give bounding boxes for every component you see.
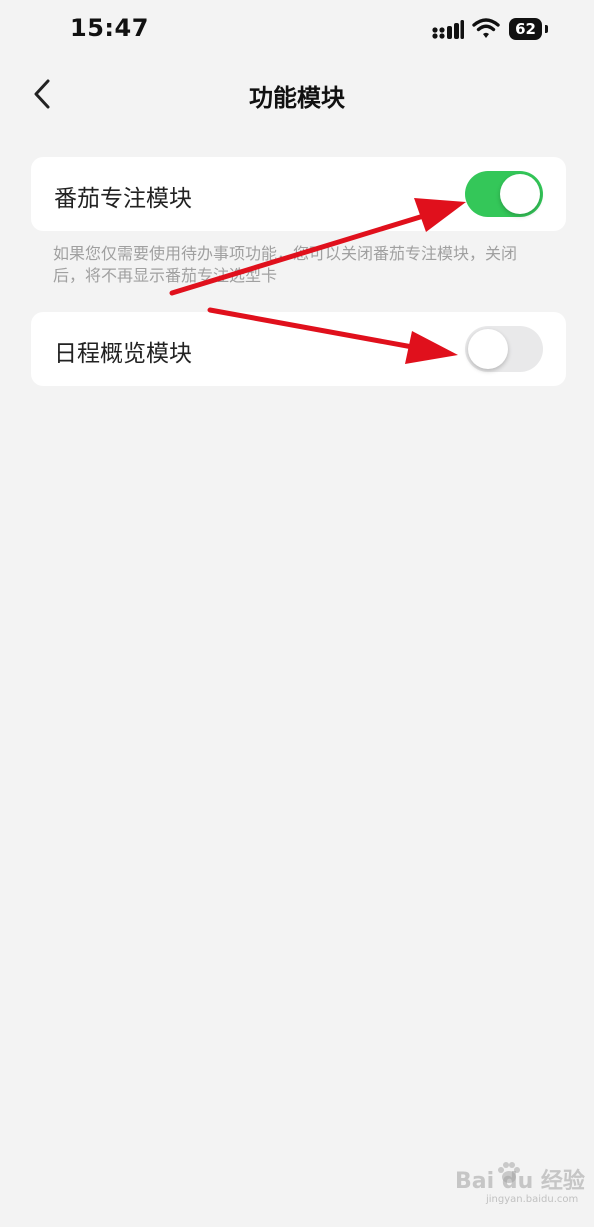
nav-bar: 功能模块 xyxy=(0,62,594,126)
module-label-schedule: 日程概览模块 xyxy=(54,341,192,367)
toggle-knob xyxy=(468,329,508,369)
pomodoro-module-toggle[interactable] xyxy=(465,171,543,217)
page-title: 功能模块 xyxy=(249,84,345,112)
module-card-pomodoro: 番茄专注模块 xyxy=(31,157,566,231)
wifi-icon xyxy=(472,18,500,38)
battery-icon: 62 xyxy=(509,18,542,40)
toggle-knob xyxy=(500,174,540,214)
baidu-paw-icon xyxy=(498,1162,520,1183)
schedule-module-toggle[interactable] xyxy=(465,326,543,372)
battery-cap xyxy=(545,25,548,33)
signal-icon xyxy=(432,20,464,39)
pomodoro-module-help-text: 如果您仅需要使用待办事项功能，您可以关闭番茄专注模块，关闭后，将不再显示番茄专注… xyxy=(53,244,518,285)
module-label-pomodoro: 番茄专注模块 xyxy=(54,186,192,212)
status-bar: 15:47 62 xyxy=(0,0,594,62)
status-time: 15:47 xyxy=(70,14,149,42)
baidu-jingyan-url: jingyan.baidu.com xyxy=(486,1194,579,1205)
module-card-schedule: 日程概览模块 xyxy=(31,312,566,386)
